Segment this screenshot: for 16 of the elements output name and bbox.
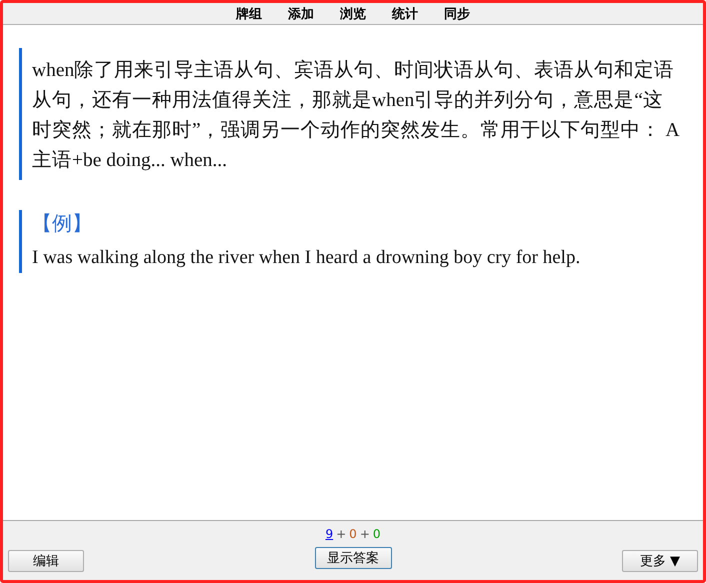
edit-button[interactable]: 编辑 <box>8 550 84 572</box>
question-text: when除了用来引导主语从句、宾语从句、时间状语从句、表语从句和定语从句，还有一种用法值得关注，那就是when引导的并列分句，意思是“这时突然；就在那时”，强调另一个动作的突然发生。常用于以下句型中： A 主语+be doing... when... <box>32 58 680 173</box>
card-count: 0 <box>349 527 357 541</box>
menu-link[interactable]: 浏览 <box>340 4 366 22</box>
card-count: 0 <box>372 527 381 541</box>
plus-sign: + <box>360 527 370 541</box>
menu-link[interactable]: 统计 <box>392 4 418 22</box>
plus-sign: + <box>336 527 346 541</box>
card-count: 9 <box>325 527 334 541</box>
menu-link[interactable]: 同步 <box>444 4 470 22</box>
example-heading: 【例】 <box>32 212 92 237</box>
show-answer-button[interactable]: 显示答案 <box>314 547 392 569</box>
example-sentence: I was walking along the river when I heard a drowning boy cry for help. <box>32 247 580 269</box>
menu-link[interactable]: 牌组 <box>236 4 262 22</box>
more-button[interactable]: 更多 ▼ <box>622 550 698 572</box>
menu-link[interactable]: 添加 <box>288 4 314 22</box>
